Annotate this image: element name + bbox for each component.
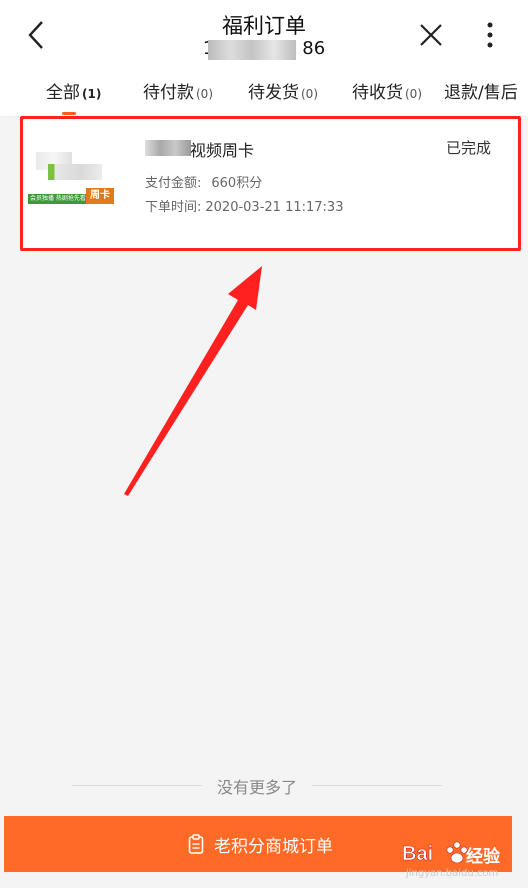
- tab-pending-shipment[interactable]: 待发货 (0): [248, 78, 318, 103]
- watermark-text: 经验: [466, 847, 500, 867]
- order-tabs: 全部 (1) 待付款 (0) 待发货 (0) 待收货 (0) 退款/售后: [0, 66, 528, 117]
- app-header: 福利订单 186: [0, 0, 528, 66]
- blurred-account-number: [208, 40, 296, 60]
- page-title: 福利订单: [222, 14, 306, 38]
- clipboard-icon: [188, 834, 204, 854]
- tab-pending-payment[interactable]: 待付款 (0): [143, 78, 213, 103]
- highlight-box: [20, 116, 521, 251]
- no-more-text: 没有更多了: [216, 778, 297, 797]
- tab-pending-receipt[interactable]: 待收货 (0): [352, 78, 422, 103]
- close-icon[interactable]: [416, 20, 446, 50]
- old-points-mall-orders-label: 老积分商城订单: [214, 837, 333, 857]
- svg-text:Bai: Bai: [402, 843, 433, 865]
- tab-all[interactable]: 全部 (1): [46, 78, 101, 103]
- tab-refund-aftersale[interactable]: 退款/售后: [444, 78, 518, 103]
- more-vertical-icon[interactable]: [484, 20, 496, 54]
- active-tab-indicator: [62, 112, 76, 115]
- watermark-url: jingyan.baidu.com: [406, 868, 499, 879]
